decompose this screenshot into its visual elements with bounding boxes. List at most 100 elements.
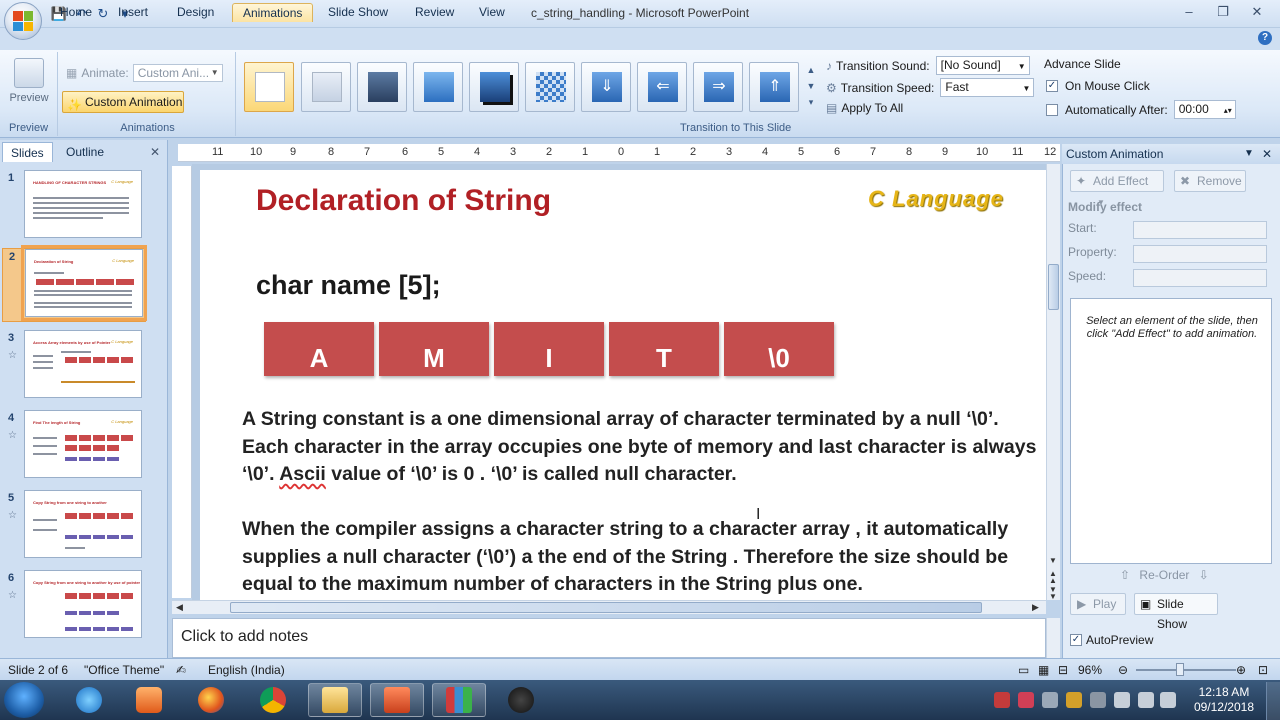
close-icon[interactable]: ✕ [1262,144,1272,164]
slide-sorter-icon[interactable]: ▦ [1038,663,1049,677]
slide-thumbnail-6[interactable]: 6 ☆ Copy String from one string to anoth… [2,570,146,644]
slide-thumbnail-4[interactable]: 4 ☆ Find The length of String C Language [2,410,146,484]
slide-show-view-icon[interactable]: ⊟ [1058,663,1068,677]
tab-slides[interactable]: Slides [2,142,53,162]
slide-vertical-scrollbar[interactable]: ▼ ▲ ▲ ▼ ▼ [1046,164,1060,601]
file-explorer-icon[interactable] [308,683,362,717]
zoom-slider[interactable] [1136,669,1236,671]
array-cell[interactable]: I [494,322,604,376]
transition-wipe-left[interactable]: ⇐ [637,62,687,112]
transition-dissolve[interactable] [525,62,575,112]
animation-list[interactable]: Select an element of the slide, then cli… [1070,298,1272,564]
paragraph-compiler-null[interactable]: When the compiler assigns a character st… [242,516,1042,599]
array-cell[interactable]: \0 [724,322,834,376]
tray-app-icon[interactable] [1042,692,1058,708]
apply-to-all-button[interactable]: ▤ Apply To All [826,101,903,115]
powerpoint-icon[interactable] [370,683,424,717]
slides-scrollbar[interactable] [150,164,166,658]
show-desktop-button[interactable] [1266,682,1280,720]
winrar-icon[interactable] [432,683,486,717]
speed-combo[interactable] [1133,269,1267,287]
add-effect-button[interactable]: ✦ Add Effect ▼ [1070,170,1164,207]
transition-cut[interactable] [413,62,463,112]
gallery-scroll[interactable]: ▲ ▼ ▾ [805,62,817,112]
h-scroll-thumb[interactable] [230,602,982,613]
scroll-left-icon[interactable]: ◀ [176,602,183,613]
array-cell[interactable]: T [609,322,719,376]
slide-thumbnail-2[interactable]: 2 Declaration of String C Language [2,245,147,322]
move-down-icon[interactable]: ⇩ [1199,568,1209,582]
close-icon[interactable]: ✕ [150,145,160,159]
tab-insert[interactable]: Insert [108,3,158,22]
property-combo[interactable] [1133,245,1267,263]
array-cell[interactable]: M [379,322,489,376]
start-combo[interactable] [1133,221,1267,239]
internet-explorer-icon[interactable] [62,683,116,717]
transition-speed-combo[interactable]: Fast ▼ [940,78,1035,97]
network-icon[interactable] [1160,692,1176,708]
volume-icon[interactable] [1138,692,1154,708]
spelling-icon[interactable]: ✍ [176,663,186,677]
paragraph-string-constant[interactable]: A String constant is a one dimensional a… [242,406,1042,489]
transition-sound-combo[interactable]: [No Sound] ▼ [935,56,1030,75]
zoom-in-icon[interactable]: ⊕ [1236,663,1246,677]
start-button[interactable] [4,682,44,718]
media-player-icon[interactable] [122,683,176,717]
char-declaration[interactable]: char name [5]; [256,270,441,301]
tray-app-icon[interactable] [1090,692,1106,708]
array-cell[interactable]: A [264,322,374,376]
slide-title[interactable]: Declaration of String [256,184,551,218]
language-status[interactable]: English (India) [208,663,285,677]
zoom-slider-thumb[interactable] [1176,663,1184,676]
tray-app-icon[interactable] [994,692,1010,708]
slide-thumbnail-5[interactable]: 5 ☆ Copy String from one string to anoth… [2,490,146,564]
scroll-right-icon[interactable]: ▶ [1032,602,1039,613]
slide-horizontal-scrollbar[interactable]: ◀ ▶ [172,600,1046,614]
slide-thumbnail-1[interactable]: 1 HANDLING OF CHARACTER STRINGS C Langua… [2,170,146,244]
tab-home[interactable]: Home [50,3,102,22]
notes-pane[interactable]: Click to add notes [172,618,1046,658]
transition-fade-black[interactable] [357,62,407,112]
tab-animations[interactable]: Animations [232,3,314,22]
tab-view[interactable]: View [469,3,515,22]
autopreview-checkbox[interactable]: ✓ [1070,634,1082,646]
tab-outline[interactable]: Outline [58,142,112,162]
move-up-icon[interactable]: ⇧ [1120,568,1130,582]
close-button[interactable]: ✕ [1240,4,1274,20]
minimize-button[interactable]: – [1172,4,1206,20]
tab-review[interactable]: Review [405,3,464,22]
remove-button[interactable]: ✖ Remove [1174,170,1246,192]
play-button[interactable]: ▶ Play [1070,593,1126,615]
custom-animation-button[interactable]: ✨ Custom Animation [62,91,184,113]
pane-menu-icon[interactable]: ▼ [1244,144,1254,164]
transition-wipe-down[interactable]: ⇓ [581,62,631,112]
autopreview-option[interactable]: ✓ AutoPreview [1070,633,1153,647]
normal-view-icon[interactable]: ▭ [1018,663,1029,677]
zoom-out-icon[interactable]: ⊖ [1118,663,1128,677]
transition-none[interactable] [244,62,294,112]
transition-fade-smoothly[interactable] [301,62,351,112]
notes-scrollbar[interactable] [1046,618,1060,658]
auto-after-option[interactable]: Automatically After: 00:00 ▴▾ [1046,100,1236,119]
preview-button[interactable]: Preview [6,58,52,104]
next-slide-icon[interactable]: ▼ ▼ [1049,586,1057,601]
chrome-icon[interactable] [246,683,300,717]
tab-slide-show[interactable]: Slide Show [318,3,398,22]
scroll-thumb[interactable] [1048,264,1059,310]
slide-thumbnail-3[interactable]: 3 ☆ Access Array elements by use of Poin… [2,330,146,404]
help-icon[interactable]: ? [1258,31,1272,45]
zoom-level[interactable]: 96% [1078,663,1102,677]
auto-after-checkbox[interactable] [1046,103,1058,116]
auto-after-spinner[interactable]: 00:00 ▴▾ [1173,100,1236,119]
tray-app-icon[interactable] [1018,692,1034,708]
slide-show-button[interactable]: ▣ Slide Show [1134,593,1218,631]
office-button[interactable] [4,2,42,40]
reorder-control[interactable]: ⇧ Re-Order ⇩ [1120,568,1209,582]
tab-design[interactable]: Design [167,3,224,22]
restore-button[interactable]: ❐ [1206,4,1240,20]
obs-icon[interactable] [494,683,548,717]
tray-app-icon[interactable] [1066,692,1082,708]
previous-slide-icon[interactable]: ▲ ▲ [1049,570,1057,585]
system-clock[interactable]: 12:18 AM 09/12/2018 [1194,685,1254,715]
on-mouse-click-option[interactable]: ✓ On Mouse Click [1046,79,1150,93]
